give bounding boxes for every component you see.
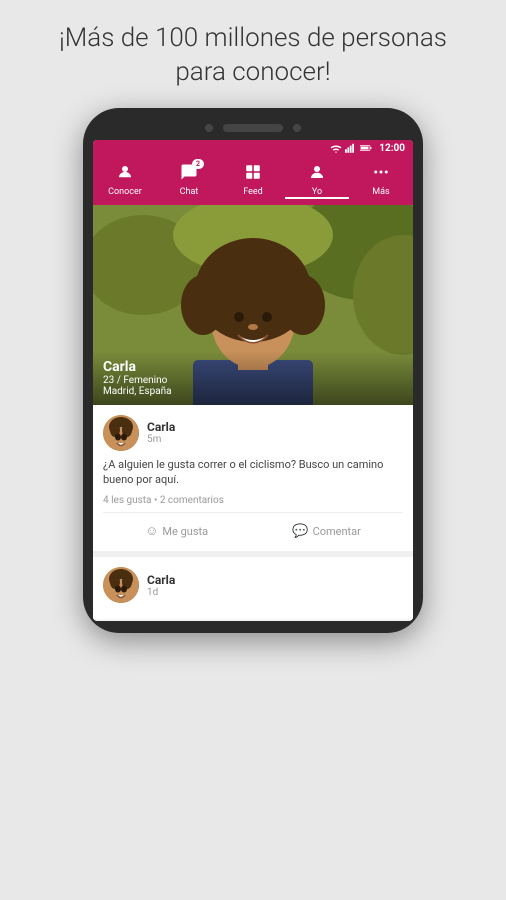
comment-label: Comentar <box>313 525 361 538</box>
profile-info-overlay: Carla 23 / Femenino Madrid, España <box>93 351 413 405</box>
tab-yo[interactable]: Yo <box>285 163 349 199</box>
post-1-header: Carla 5m <box>103 415 403 451</box>
post-2-avatar[interactable] <box>103 567 139 603</box>
post-1-stats: 4 les gusta • 2 comentarios <box>103 495 403 513</box>
mas-label: Más <box>372 187 389 197</box>
yo-label: Yo <box>312 187 322 197</box>
status-icons: 12:00 <box>330 143 405 154</box>
profile-location: Madrid, España <box>103 386 403 397</box>
feed-container: Carla 5m ¿A alguien le gusta correr o el… <box>93 405 413 620</box>
post-card-2: Carla 1d <box>93 557 413 619</box>
tab-mas[interactable]: Más <box>349 163 413 199</box>
nav-tabs: Conocer 2 Chat <box>93 157 413 205</box>
header-tagline: ¡Más de 100 millones de personas para co… <box>0 0 506 108</box>
like-icon: ☺ <box>145 523 158 539</box>
post-1-text: ¿A alguien le gusta correr o el ciclismo… <box>103 457 403 488</box>
status-time: 12:00 <box>379 143 405 154</box>
phone-top-bar <box>93 120 413 140</box>
mas-icon <box>372 163 390 185</box>
chat-label: Chat <box>180 187 199 197</box>
comment-icon: 💬 <box>292 524 308 539</box>
signal-icon <box>345 143 357 153</box>
post-2-time: 1d <box>147 587 403 598</box>
post-2-meta: Carla 1d <box>147 573 403 598</box>
phone-screen: 12:00 Conocer <box>93 140 413 622</box>
chat-icon: 2 <box>180 163 198 185</box>
tab-conocer[interactable]: Conocer <box>93 163 157 199</box>
profile-age-gender: 23 / Femenino <box>103 375 403 386</box>
post-1-avatar[interactable] <box>103 415 139 451</box>
phone-frame: 12:00 Conocer <box>83 108 423 634</box>
battery-icon <box>360 143 372 153</box>
like-label: Me gusta <box>162 525 208 538</box>
yo-icon <box>308 163 326 185</box>
post-1-actions: ☺ Me gusta 💬 Comentar <box>103 521 403 541</box>
conocer-label: Conocer <box>108 187 142 197</box>
post-card-1: Carla 5m ¿A alguien le gusta correr o el… <box>93 405 413 552</box>
feed-label: Feed <box>243 187 263 197</box>
conocer-icon <box>116 163 134 185</box>
camera-dot <box>205 124 213 132</box>
profile-image-section: Carla 23 / Femenino Madrid, España <box>93 205 413 405</box>
post-1-meta: Carla 5m <box>147 420 403 445</box>
camera-dot-right <box>293 124 301 132</box>
tab-feed[interactable]: Feed <box>221 163 285 199</box>
post-2-header: Carla 1d <box>103 567 403 603</box>
post-1-time: 5m <box>147 434 403 445</box>
feed-icon <box>244 163 262 185</box>
speaker-grille <box>223 124 283 132</box>
status-bar: 12:00 <box>93 140 413 157</box>
tab-chat[interactable]: 2 Chat <box>157 163 221 199</box>
post-1-username: Carla <box>147 420 403 434</box>
profile-name: Carla <box>103 359 403 375</box>
post-2-username: Carla <box>147 573 403 587</box>
post-1-like-btn[interactable]: ☺ Me gusta <box>135 521 218 541</box>
post-1-comment-btn[interactable]: 💬 Comentar <box>282 521 370 541</box>
wifi-icon <box>330 143 342 153</box>
chat-badge: 2 <box>192 159 204 169</box>
